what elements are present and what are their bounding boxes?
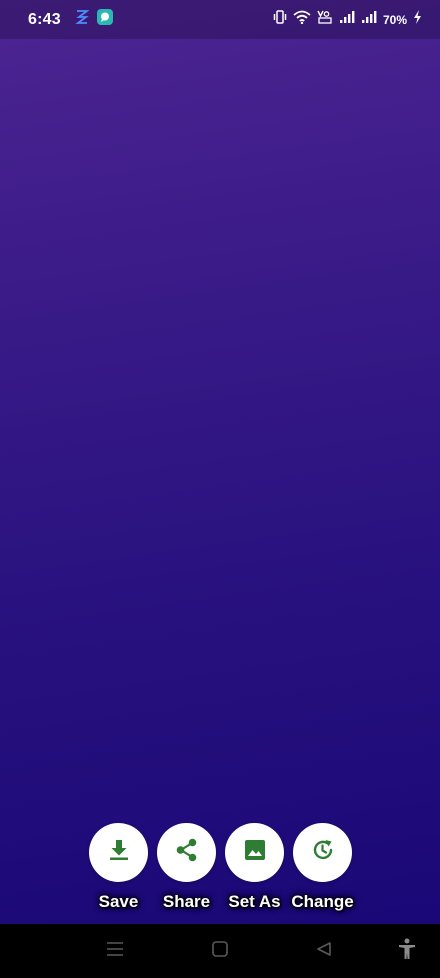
refresh-clock-icon xyxy=(310,837,336,868)
home-icon xyxy=(212,940,228,962)
image-icon xyxy=(244,839,266,866)
wallpaper xyxy=(0,0,440,924)
signal-icon xyxy=(339,10,355,29)
recent-apps-button[interactable] xyxy=(100,924,130,978)
navigation-bar xyxy=(0,924,440,978)
set-as-action: Set As xyxy=(225,823,284,912)
app-notification-icon xyxy=(75,9,90,30)
share-label: Share xyxy=(162,892,211,911)
chat-bubble-icon xyxy=(96,9,113,30)
save-action: Save xyxy=(89,823,148,912)
wifi-icon xyxy=(293,10,311,29)
download-icon xyxy=(107,838,131,867)
battery-percent: 70% xyxy=(382,12,407,27)
save-button[interactable] xyxy=(89,823,148,882)
set-as-button[interactable] xyxy=(225,823,284,882)
vibrate-icon xyxy=(273,10,287,29)
set-as-label: Set As xyxy=(228,892,281,911)
volte-icon xyxy=(317,10,333,29)
share-button[interactable] xyxy=(157,823,216,882)
accessibility-button[interactable] xyxy=(392,924,422,978)
charging-icon xyxy=(413,10,422,29)
save-label: Save xyxy=(98,892,139,911)
home-button[interactable] xyxy=(205,924,235,978)
status-bar: 6:43 70% xyxy=(0,0,440,39)
back-icon xyxy=(316,941,332,962)
status-time: 6:43 xyxy=(28,10,61,28)
share-action: Share xyxy=(157,823,216,912)
change-action: Change xyxy=(291,823,354,912)
signal-icon xyxy=(361,10,377,29)
menu-icon xyxy=(106,941,124,962)
action-bar: Save Share Set As Change xyxy=(89,823,354,912)
notification-icons xyxy=(75,9,113,30)
accessibility-icon xyxy=(398,938,416,965)
change-label: Change xyxy=(291,892,354,911)
share-icon xyxy=(174,837,200,868)
back-button[interactable] xyxy=(309,924,339,978)
change-button[interactable] xyxy=(293,823,352,882)
